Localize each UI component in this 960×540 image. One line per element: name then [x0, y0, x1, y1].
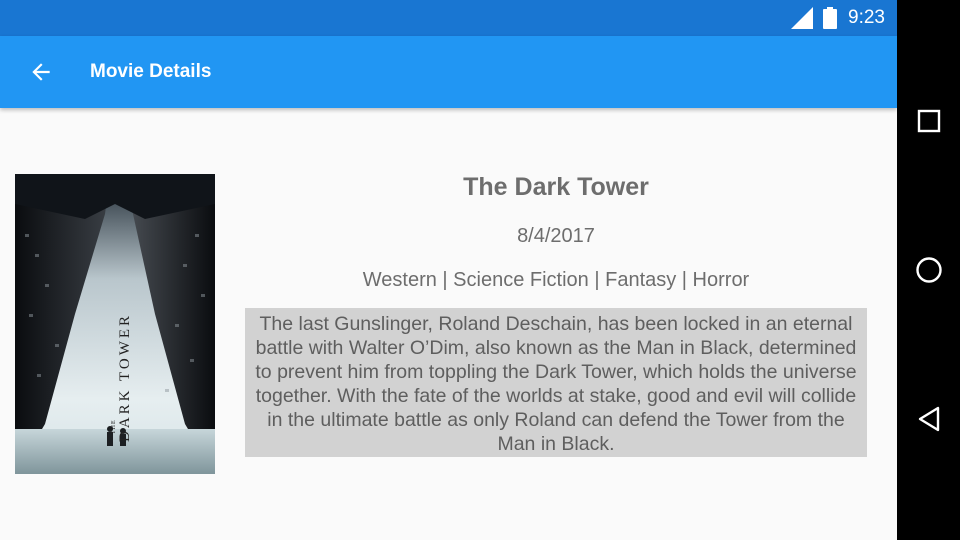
- movie-title: The Dark Tower: [463, 173, 649, 201]
- signal-icon: [791, 7, 814, 29]
- status-time: 9:23: [848, 7, 885, 28]
- movie-genres: Western | Science Fiction | Fantasy | Ho…: [362, 269, 750, 291]
- page-title: Movie Details: [90, 61, 212, 82]
- home-circle-icon: [915, 257, 942, 283]
- app-bar: Movie Details: [0, 36, 897, 108]
- release-date: 8/4/2017: [517, 225, 595, 247]
- poster-title-small: THE: [111, 419, 117, 434]
- recents-square-icon: [917, 109, 940, 133]
- back-button[interactable]: [21, 52, 61, 92]
- arrow-back-icon: [32, 63, 50, 81]
- movie-overview: The last Gunslinger, Roland Deschain, ha…: [245, 308, 867, 457]
- back-triangle-icon: [918, 406, 939, 432]
- system-nav-bar: [897, 0, 960, 540]
- nav-back-button[interactable]: [897, 387, 960, 451]
- status-icons: 9:23: [791, 0, 885, 36]
- recents-button[interactable]: [897, 89, 960, 153]
- battery-icon: [823, 7, 838, 29]
- poster-title: THE DARK TOWER: [111, 312, 134, 442]
- poster-title-main: DARK TOWER: [117, 312, 133, 442]
- app-window: 9:23 Movie Details THE DARK TOWER The Da…: [0, 0, 897, 540]
- status-bar: 9:23: [0, 0, 897, 36]
- movie-poster: THE DARK TOWER: [15, 174, 215, 474]
- home-button[interactable]: [897, 238, 960, 302]
